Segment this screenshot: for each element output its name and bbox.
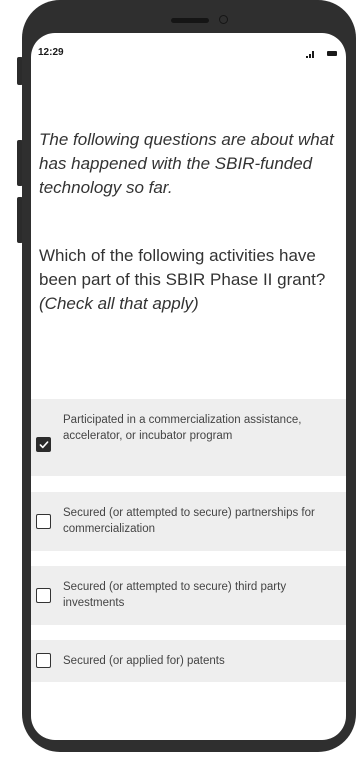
question-text: Which of the following activities have b… [39,244,339,316]
phone-screen: 12:29 The following questions are about … [31,33,346,740]
checkbox-unchecked[interactable] [36,653,51,668]
phone-speaker [171,18,209,23]
signal-icon [306,51,314,58]
stage: 12:29 The following questions are about … [0,0,359,757]
question-hint: (Check all that apply) [39,294,199,313]
phone-camera [219,15,228,24]
option-label: Secured (or attempted to secure) third p… [63,581,287,609]
status-time: 12:29 [38,47,64,58]
question-prompt: Which of the following activities have b… [39,246,326,289]
option-patents[interactable]: Secured (or applied for) patents [31,640,346,682]
checkbox-unchecked[interactable] [36,588,51,603]
checkbox-checked[interactable] [36,437,51,452]
option-partnerships[interactable]: Secured (or attempted to secure) partner… [31,492,346,551]
status-bar: 12:29 [31,47,346,61]
intro-text: The following questions are about what h… [39,130,334,197]
option-label: Secured (or applied for) patents [63,655,225,667]
option-commercialization-program[interactable]: Participated in a commercialization assi… [31,399,346,476]
checkbox-unchecked[interactable] [36,514,51,529]
option-label: Participated in a commercialization assi… [63,414,302,442]
battery-icon [327,51,337,56]
option-third-party-investments[interactable]: Secured (or attempted to secure) third p… [31,566,346,625]
check-icon [39,440,48,448]
option-label: Secured (or attempted to secure) partner… [63,507,315,535]
